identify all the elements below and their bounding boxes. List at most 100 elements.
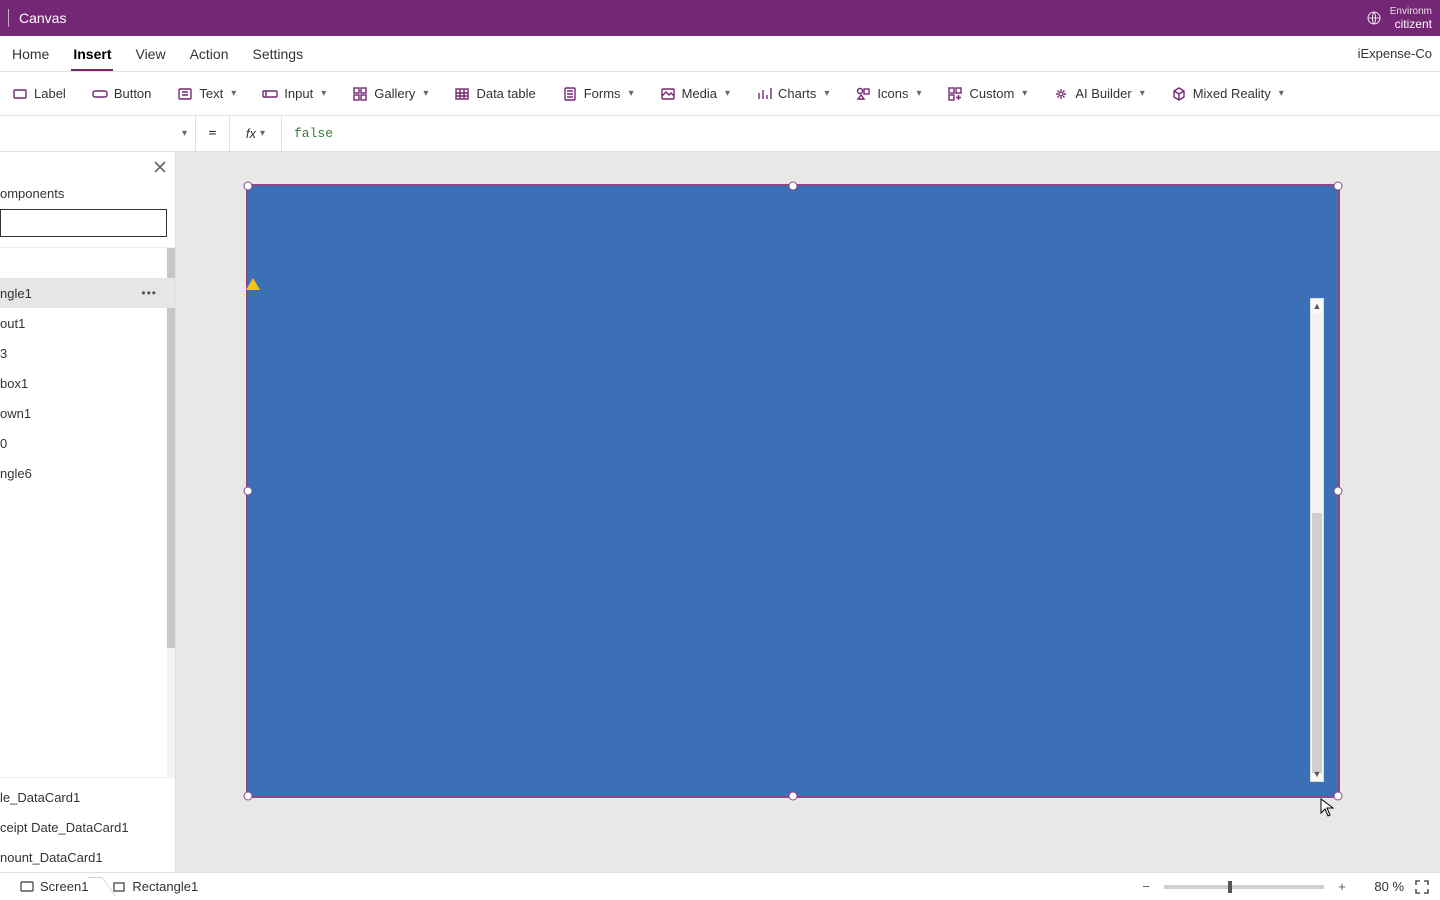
zoom-slider[interactable] [1164, 885, 1324, 889]
scroll-down-icon[interactable]: ▼ [1311, 767, 1323, 781]
resize-handle-ml[interactable] [244, 487, 253, 496]
breadcrumb-screen[interactable]: Screen1 [10, 873, 102, 900]
ribbon-media-text: Media [682, 86, 717, 101]
datatable-icon [454, 86, 470, 102]
ribbon-button[interactable]: Button [88, 82, 156, 106]
status-bar: Screen1 Rectangle1 − + 80 % [0, 872, 1440, 900]
menu-tab-view[interactable]: View [123, 36, 177, 71]
resize-handle-bl[interactable] [244, 792, 253, 801]
resize-handle-tm[interactable] [789, 182, 798, 191]
warning-icon[interactable] [246, 278, 260, 290]
tree-view-header [0, 152, 175, 182]
title-divider [8, 9, 9, 27]
tree-item[interactable]: 3 [0, 338, 175, 368]
ribbon-mixedreality-text: Mixed Reality [1193, 86, 1271, 101]
chevron-down-icon: ▾ [725, 88, 730, 99]
chevron-down-icon: ▾ [916, 88, 921, 99]
ribbon: Label Button Text ▾ Input ▾ Gallery ▾ Da… [0, 72, 1440, 116]
formula-bar: ▾ = fx ▾ false [0, 116, 1440, 152]
ribbon-forms-text: Forms [584, 86, 621, 101]
app-title: Canvas [19, 10, 66, 26]
gallery-icon [352, 86, 368, 102]
tree-item[interactable]: le_DataCard1 [0, 782, 175, 812]
zoom-in-button[interactable]: + [1334, 879, 1350, 894]
tree-item[interactable]: ngle6 [0, 458, 175, 488]
resize-handle-tr[interactable] [1334, 182, 1343, 191]
menu-tab-action[interactable]: Action [178, 36, 241, 71]
resize-handle-tl[interactable] [244, 182, 253, 191]
ribbon-mixedreality[interactable]: Mixed Reality ▾ [1167, 82, 1288, 106]
ribbon-forms[interactable]: Forms ▾ [558, 82, 638, 106]
ribbon-gallery[interactable]: Gallery ▾ [348, 82, 432, 106]
resize-handle-br[interactable] [1334, 792, 1343, 801]
canvas-area[interactable]: ▲ ▼ [176, 152, 1440, 872]
chevron-down-icon: ▾ [629, 88, 634, 99]
zoom-out-button[interactable]: − [1138, 879, 1154, 894]
tree-item[interactable]: box1 [0, 368, 175, 398]
tree-search-wrap [0, 209, 175, 247]
form-scrollbar[interactable]: ▲ ▼ [1310, 298, 1324, 782]
ribbon-input[interactable]: Input ▾ [258, 82, 330, 106]
chevron-down-icon: ▾ [231, 88, 236, 99]
breadcrumb-label: Rectangle1 [132, 879, 198, 894]
tree-list: ngle1 ••• out1 3 box1 own1 0 ngle6 [0, 247, 175, 777]
tab-components[interactable]: omponents [0, 186, 175, 201]
tree-search-input[interactable] [0, 209, 167, 237]
menu-tab-insert[interactable]: Insert [61, 36, 123, 71]
scroll-track[interactable] [1311, 313, 1323, 767]
formula-input[interactable]: false [282, 116, 1440, 151]
zoom-slider-knob[interactable] [1228, 881, 1232, 893]
ribbon-aibuilder[interactable]: AI Builder ▾ [1049, 82, 1148, 106]
ribbon-aibuilder-text: AI Builder [1075, 86, 1131, 101]
chevron-down-icon: ▾ [1140, 88, 1145, 99]
close-icon[interactable] [151, 158, 169, 176]
tree-item[interactable]: nount_DataCard1 [0, 842, 175, 872]
ribbon-label-text: Label [34, 86, 66, 101]
breadcrumb-label: Screen1 [40, 879, 88, 894]
fx-button[interactable]: fx ▾ [230, 116, 282, 151]
ribbon-button-text: Button [114, 86, 152, 101]
scroll-up-icon[interactable]: ▲ [1311, 299, 1323, 313]
tree-item[interactable]: out1 [0, 308, 175, 338]
ribbon-media[interactable]: Media ▾ [656, 82, 734, 106]
environment-label: Environm [1390, 6, 1432, 18]
scroll-thumb[interactable] [1312, 513, 1322, 773]
tree-item-label: own1 [0, 406, 31, 421]
tree-view-tabs: omponents [0, 182, 175, 209]
breadcrumb-rectangle[interactable]: Rectangle1 [102, 873, 212, 900]
chevron-down-icon: ▾ [182, 128, 187, 139]
fit-to-window-button[interactable] [1414, 879, 1430, 895]
tree-item-label: out1 [0, 316, 25, 331]
chevron-down-icon: ▾ [260, 128, 265, 139]
aibuilder-icon [1053, 86, 1069, 102]
charts-icon [756, 86, 772, 102]
fx-label: fx [246, 126, 256, 141]
tree-item[interactable]: ceipt Date_DataCard1 [0, 812, 175, 842]
ribbon-datatable[interactable]: Data table [450, 82, 539, 106]
chevron-down-icon: ▾ [423, 88, 428, 99]
tree-item[interactable]: own1 [0, 398, 175, 428]
tree-item-label: 3 [0, 346, 7, 361]
ribbon-charts[interactable]: Charts ▾ [752, 82, 833, 106]
title-bar-right: Environm citizent [1366, 6, 1432, 30]
menu-tab-settings[interactable]: Settings [241, 36, 316, 71]
menu-tab-home[interactable]: Home [0, 36, 61, 71]
tree-view-panel: omponents ngle1 ••• out1 3 box1 own1 [0, 152, 176, 872]
ribbon-custom[interactable]: Custom ▾ [943, 82, 1031, 106]
ribbon-input-text: Input [284, 86, 313, 101]
resize-handle-bm[interactable] [789, 792, 798, 801]
rectangle-icon [112, 880, 126, 894]
menu-bar: Home Insert View Action Settings iExpens… [0, 36, 1440, 72]
mr-icon [1171, 86, 1187, 102]
text-icon [177, 86, 193, 102]
ribbon-datatable-text: Data table [476, 86, 535, 101]
ribbon-label[interactable]: Label [8, 82, 70, 106]
tree-item[interactable]: ngle1 ••• [0, 278, 175, 308]
more-icon[interactable]: ••• [141, 286, 157, 300]
ribbon-text[interactable]: Text ▾ [173, 82, 240, 106]
resize-handle-mr[interactable] [1334, 487, 1343, 496]
property-selector[interactable]: ▾ [0, 116, 196, 151]
ribbon-icons[interactable]: Icons ▾ [851, 82, 925, 106]
selected-rectangle[interactable]: ▲ ▼ [246, 184, 1340, 798]
tree-item[interactable]: 0 [0, 428, 175, 458]
